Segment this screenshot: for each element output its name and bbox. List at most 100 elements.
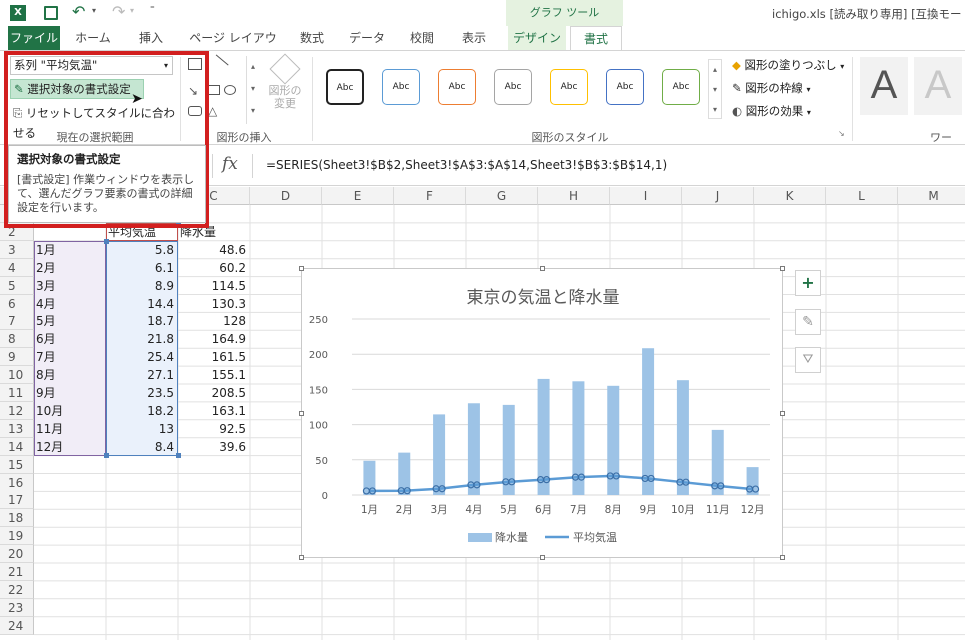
range-handle[interactable] <box>104 238 109 244</box>
cell-rain[interactable]: 163.1 <box>178 402 246 420</box>
change-shape-button[interactable]: 図形の 変更 <box>265 53 305 122</box>
shape-style-4[interactable]: Abc <box>494 69 532 105</box>
cell-month[interactable]: 11月 <box>36 420 104 438</box>
cell-temp[interactable]: 14.4 <box>106 295 174 313</box>
shape-style-1[interactable]: Abc <box>326 69 364 105</box>
shape-outline-button[interactable]: ✎ 図形の枠線 ▾ <box>732 80 810 96</box>
cell-temp[interactable]: 21.8 <box>106 330 174 348</box>
tab-view[interactable]: 表示 <box>452 26 496 50</box>
chart-resize-handle[interactable] <box>540 555 545 560</box>
shape-fill-button[interactable]: ◆ 図形の塗りつぶし ▾ <box>732 57 844 73</box>
styles-scroll-icon[interactable]: ▴ ▾ ▾ <box>708 59 722 119</box>
line-series-temp[interactable] <box>369 474 753 493</box>
insert-function-icon[interactable]: fx <box>222 154 238 174</box>
row-header-9[interactable]: 9 <box>0 348 34 367</box>
shape-style-7[interactable]: Abc <box>662 69 700 105</box>
column-header-f[interactable]: F <box>394 187 466 205</box>
chart-resize-handle[interactable] <box>780 411 785 416</box>
tab-file[interactable]: ファイル <box>8 26 60 50</box>
undo-icon[interactable]: ↶ <box>72 2 85 21</box>
column-header-e[interactable]: E <box>322 187 394 205</box>
cell-rain[interactable]: 60.2 <box>178 259 246 277</box>
shape-effects-button[interactable]: ◐ 図形の効果 ▾ <box>732 103 811 119</box>
cell-temp[interactable]: 8.9 <box>106 277 174 295</box>
gallery-scroll-icon[interactable]: ▴ ▾ ▾ <box>246 56 259 124</box>
cell-month[interactable]: 2月 <box>36 259 104 277</box>
shape-style-3[interactable]: Abc <box>438 69 476 105</box>
cell-month[interactable]: 10月 <box>36 402 104 420</box>
chart-styles-brush-icon[interactable]: ✎ <box>795 309 821 335</box>
line-shape-icon[interactable] <box>207 54 229 76</box>
undo-dropdown-icon[interactable]: ▾ <box>92 6 96 15</box>
shape-style-5[interactable]: Abc <box>550 69 588 105</box>
cell-month[interactable]: 6月 <box>36 330 104 348</box>
cell-rain[interactable]: 92.5 <box>178 420 246 438</box>
row-header-11[interactable]: 11 <box>0 384 34 402</box>
cell-temp[interactable]: 23.5 <box>106 384 174 402</box>
bar-10月[interactable] <box>676 380 689 495</box>
row-header-23[interactable]: 23 <box>0 598 34 617</box>
redo-dropdown-icon[interactable]: ▾ <box>130 6 134 15</box>
cell-temp[interactable]: 6.1 <box>106 259 174 277</box>
row-header-18[interactable]: 18 <box>0 509 34 528</box>
range-handle[interactable] <box>176 452 181 458</box>
range-handle[interactable] <box>104 452 109 458</box>
cell-temp[interactable]: 18.7 <box>106 312 174 330</box>
chart-legend[interactable]: 降水量 平均気温 <box>468 530 617 544</box>
dialog-launcher-icon[interactable]: ↘ <box>838 129 845 138</box>
excel-logo-icon[interactable]: X <box>10 5 26 21</box>
cell-temp[interactable]: 25.4 <box>106 348 174 366</box>
bar-4月[interactable] <box>467 403 480 495</box>
row-header-8[interactable]: 8 <box>0 330 34 349</box>
row-header-22[interactable]: 22 <box>0 580 34 599</box>
tab-data[interactable]: データ <box>344 26 390 50</box>
cell-rain[interactable]: 114.5 <box>178 277 246 295</box>
redo-icon[interactable]: ↷ <box>112 2 125 21</box>
row-header-7[interactable]: 7 <box>0 312 34 331</box>
row-header-10[interactable]: 10 <box>0 366 34 385</box>
tab-design[interactable]: デザイン <box>508 26 566 50</box>
cell-temp[interactable]: 13 <box>106 420 174 438</box>
column-header-m[interactable]: M <box>898 187 965 205</box>
row-header-12[interactable]: 12 <box>0 401 34 420</box>
cell-temp[interactable]: 27.1 <box>106 366 174 384</box>
column-header-i[interactable]: I <box>610 187 682 205</box>
chart-resize-handle[interactable] <box>540 266 545 271</box>
cell-month[interactable]: 8月 <box>36 366 104 384</box>
rect-shape-icon[interactable] <box>208 85 220 95</box>
chart-resize-handle[interactable] <box>299 266 304 271</box>
row-header-20[interactable]: 20 <box>0 545 34 564</box>
cell-rain[interactable]: 155.1 <box>178 366 246 384</box>
chart-resize-handle[interactable] <box>780 266 785 271</box>
row-header-24[interactable]: 24 <box>0 616 34 635</box>
wordart-style-1[interactable]: A <box>860 57 908 115</box>
tab-insert[interactable]: 挿入 <box>128 26 174 50</box>
column-header-l[interactable]: L <box>826 187 898 205</box>
bar-2月[interactable] <box>398 452 411 495</box>
column-header-d[interactable]: D <box>250 187 322 205</box>
shape-style-6[interactable]: Abc <box>606 69 644 105</box>
chart-filter-icon[interactable]: ⛛ <box>795 347 821 373</box>
formula-input[interactable]: =SERIES(Sheet3!$B$2,Sheet3!$A$3:$A$14,Sh… <box>266 158 667 172</box>
row-header-19[interactable]: 19 <box>0 527 34 546</box>
row-header-16[interactable]: 16 <box>0 473 34 492</box>
tab-review[interactable]: 校閲 <box>400 26 444 50</box>
bar-6月[interactable] <box>537 378 550 495</box>
cell-month[interactable]: 5月 <box>36 312 104 330</box>
chart-elements-button[interactable]: + <box>795 270 821 296</box>
chart-resize-handle[interactable] <box>299 555 304 560</box>
column-header-j[interactable]: J <box>682 187 754 205</box>
cell-rain[interactable]: 128 <box>178 312 246 330</box>
cell-rain[interactable]: 164.9 <box>178 330 246 348</box>
cell-rain[interactable]: 39.6 <box>178 438 246 456</box>
triangle-shape-icon[interactable]: △ <box>208 104 217 118</box>
cell-rain[interactable]: 161.5 <box>178 348 246 366</box>
chart-resize-handle[interactable] <box>299 411 304 416</box>
column-header-k[interactable]: K <box>754 187 826 205</box>
wordart-style-2[interactable]: A <box>914 57 962 115</box>
cell-month[interactable]: 1月 <box>36 241 104 259</box>
chart-resize-handle[interactable] <box>780 555 785 560</box>
cell-rain[interactable]: 208.5 <box>178 384 246 402</box>
cell-rain[interactable]: 48.6 <box>178 241 246 259</box>
shape-style-2[interactable]: Abc <box>382 69 420 105</box>
